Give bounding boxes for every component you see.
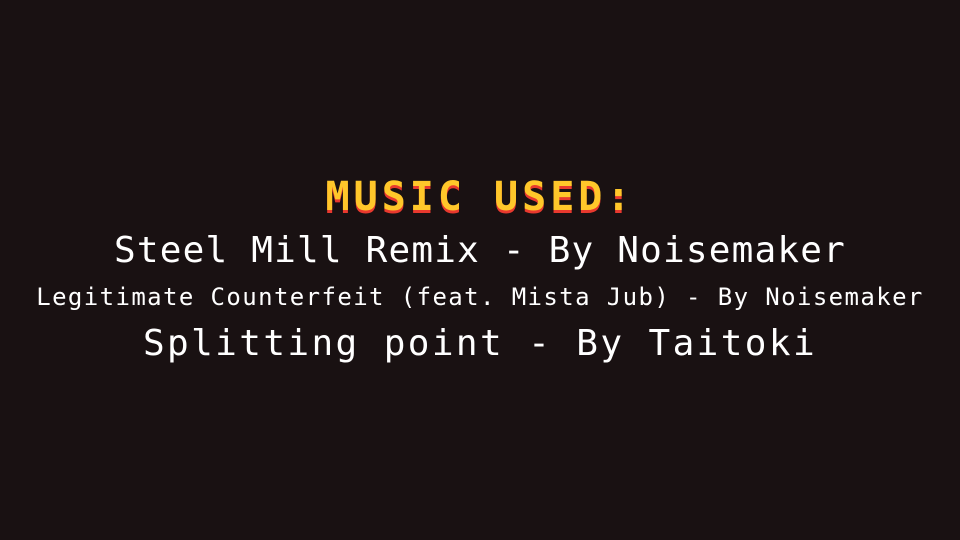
track-credit: Legitimate Counterfeit (feat. Mista Jub)… [36, 283, 924, 311]
track-credit: Splitting point - By Taitoki [142, 323, 818, 364]
music-used-heading: MUSIC USED: [325, 174, 635, 220]
track-credit: Steel Mill Remix - By Noisemaker [114, 230, 846, 271]
